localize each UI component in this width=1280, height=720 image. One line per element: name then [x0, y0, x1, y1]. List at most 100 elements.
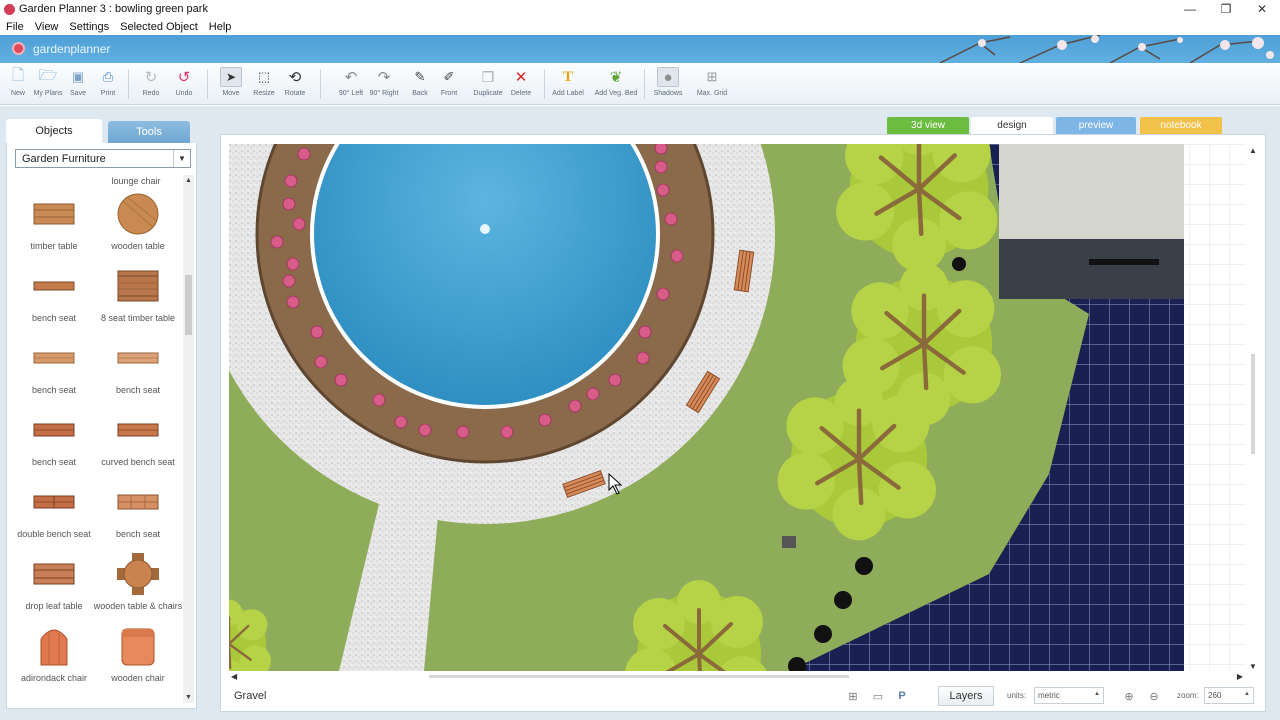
undo-button[interactable]: ↺ Undo	[167, 67, 201, 97]
list-item[interactable]: drop leaf table	[9, 551, 99, 623]
resize-tool-button[interactable]: ⬚ Resize	[247, 67, 281, 97]
minimize-button[interactable]: —	[1172, 0, 1208, 18]
delete-button[interactable]: ✕ Delete	[504, 67, 538, 97]
list-item[interactable]: bench seat	[9, 407, 99, 479]
tab-3d-view[interactable]: 3d view	[887, 117, 969, 134]
wooden-chair-thumbnail	[117, 625, 159, 667]
list-item[interactable]: 8 seat timber table	[93, 263, 183, 335]
title-bar: Garden Planner 3 : bowling green park — …	[0, 0, 1280, 18]
shadow-sphere-icon: ●	[657, 67, 679, 87]
bench-seat-thumbnail	[33, 409, 75, 451]
rotate-right-button[interactable]: ↷ 90° Right	[367, 67, 401, 97]
undo-icon: ↺	[177, 69, 191, 86]
maximize-button[interactable]: ❐	[1208, 0, 1244, 18]
list-item[interactable]: adirondack chair	[9, 623, 99, 695]
design-canvas[interactable]	[229, 144, 1245, 671]
scroll-down-icon[interactable]: ▼	[1249, 662, 1257, 671]
scrollbar-thumb[interactable]	[1251, 354, 1255, 454]
rotate-tool-button[interactable]: ⟲ Rotate	[278, 67, 312, 97]
units-dropdown[interactable]: metric ▲	[1034, 687, 1104, 704]
table-and-chairs-thumbnail	[117, 553, 159, 595]
list-item[interactable]: double bench seat	[9, 479, 99, 551]
list-item[interactable]: bench seat	[93, 479, 183, 551]
menu-settings[interactable]: Settings	[69, 21, 109, 33]
menu-file[interactable]: File	[6, 21, 24, 33]
max-grid-button[interactable]: ⊞ Max. Grid	[695, 67, 729, 97]
zoom-in-icon[interactable]: ⊕	[1120, 687, 1138, 705]
list-item[interactable]: curved bench seat	[93, 407, 183, 479]
bench-seat-thumbnail	[33, 265, 75, 307]
tab-objects[interactable]: Objects	[6, 119, 102, 143]
status-bar: Gravel ⊞ ▭ P Layers units: metric ▲ ⊕ ⊖ …	[220, 684, 1266, 708]
zoom-out-icon[interactable]: ⊖	[1145, 687, 1163, 705]
menu-bar: File View Settings Selected Object Help	[0, 18, 1280, 35]
zoom-input[interactable]: 260 ▲	[1204, 687, 1254, 704]
canvas-vertical-scrollbar[interactable]: ▲ ▼	[1246, 144, 1260, 671]
object-list: lounge chair timber table wooden table b…	[7, 175, 183, 703]
plant-label-icon[interactable]: P	[893, 687, 911, 705]
category-value: Garden Furniture	[22, 152, 106, 165]
list-item[interactable]: wooden table	[93, 191, 183, 263]
bring-front-button[interactable]: ✐ Front	[432, 67, 466, 97]
duplicate-button[interactable]: ❐ Duplicate	[471, 67, 505, 98]
rotate-left-button[interactable]: ↶ 90° Left	[334, 67, 368, 97]
menu-view[interactable]: View	[35, 21, 59, 33]
scrollbar-thumb[interactable]	[429, 675, 849, 678]
ruler-icon[interactable]: ▭	[869, 687, 887, 705]
list-item[interactable]: bench seat	[9, 335, 99, 407]
chevron-up-icon: ▲	[1094, 691, 1100, 697]
list-item[interactable]: bench seat	[93, 335, 183, 407]
list-item-partial-label: lounge chair	[111, 176, 161, 186]
tab-design[interactable]: design	[971, 117, 1053, 134]
add-veg-bed-button[interactable]: ❦ Add Veg. Bed	[595, 67, 638, 97]
app-icon	[4, 3, 15, 15]
print-button[interactable]: ⎙ Print	[91, 67, 125, 97]
brand-logo-icon	[12, 42, 25, 55]
pen-front-icon: ✐	[443, 69, 455, 84]
scrollbar-thumb[interactable]	[185, 275, 192, 335]
layers-button[interactable]: Layers	[938, 686, 994, 706]
new-button[interactable]: 🗋 New	[1, 66, 35, 98]
close-button[interactable]: ✕	[1244, 0, 1280, 18]
scroll-right-icon[interactable]: ▶	[1237, 672, 1243, 681]
list-item[interactable]: timber table	[9, 191, 99, 263]
list-item[interactable]: bench seat	[9, 263, 99, 335]
move-tool-button[interactable]: ➤ Move	[214, 67, 248, 97]
scroll-left-icon[interactable]: ◀	[231, 672, 237, 681]
save-button[interactable]: ▣ Save	[61, 67, 95, 97]
new-file-icon: 🗋	[11, 66, 25, 84]
scroll-up-icon[interactable]: ▲	[183, 175, 194, 186]
object-list-scrollbar[interactable]: ▲ ▼	[183, 175, 194, 703]
garden-plan-drawing[interactable]	[229, 144, 1245, 671]
folder-icon: 🗁	[38, 66, 58, 84]
list-item[interactable]: wooden chair	[93, 623, 183, 695]
wooden-table-thumbnail	[117, 193, 159, 235]
menu-selected-object[interactable]: Selected Object	[120, 21, 198, 33]
blossom-branch-decoration	[939, 35, 1274, 63]
menu-help[interactable]: Help	[209, 21, 232, 33]
double-bench-thumbnail	[33, 481, 75, 523]
my-plans-button[interactable]: 🗁 My Plans	[31, 66, 65, 98]
canvas-horizontal-scrollbar[interactable]: ◀ ▶	[229, 671, 1245, 683]
adirondack-chair-thumbnail	[33, 625, 75, 667]
brand-name: gardenplanner	[33, 42, 111, 56]
add-label-button[interactable]: T Add Label	[551, 67, 585, 98]
tab-preview[interactable]: preview	[1056, 117, 1136, 134]
shadows-toggle[interactable]: ● Shadows	[651, 67, 685, 97]
chevron-down-icon: ▼	[173, 150, 190, 167]
redo-button[interactable]: ↻ Redo	[134, 67, 168, 97]
arrow-pointer-icon: ➤	[220, 67, 242, 87]
grid-view-icon[interactable]: ⊞	[844, 687, 862, 705]
list-item[interactable]: wooden table & chairs	[93, 551, 183, 623]
zoom-label: zoom:	[1177, 691, 1199, 700]
curved-bench-thumbnail	[117, 409, 159, 451]
tab-notebook[interactable]: notebook	[1140, 117, 1222, 134]
scroll-up-icon[interactable]: ▲	[1249, 146, 1257, 155]
tab-tools[interactable]: Tools	[108, 121, 190, 143]
delete-x-icon: ✕	[514, 69, 528, 86]
resize-icon: ⬚	[257, 69, 271, 84]
object-panel-body: Garden Furniture ▼ lounge chair timber t…	[6, 143, 197, 709]
category-dropdown[interactable]: Garden Furniture ▼	[15, 149, 191, 168]
scroll-down-icon[interactable]: ▼	[183, 692, 194, 703]
redo-icon: ↻	[144, 69, 158, 86]
